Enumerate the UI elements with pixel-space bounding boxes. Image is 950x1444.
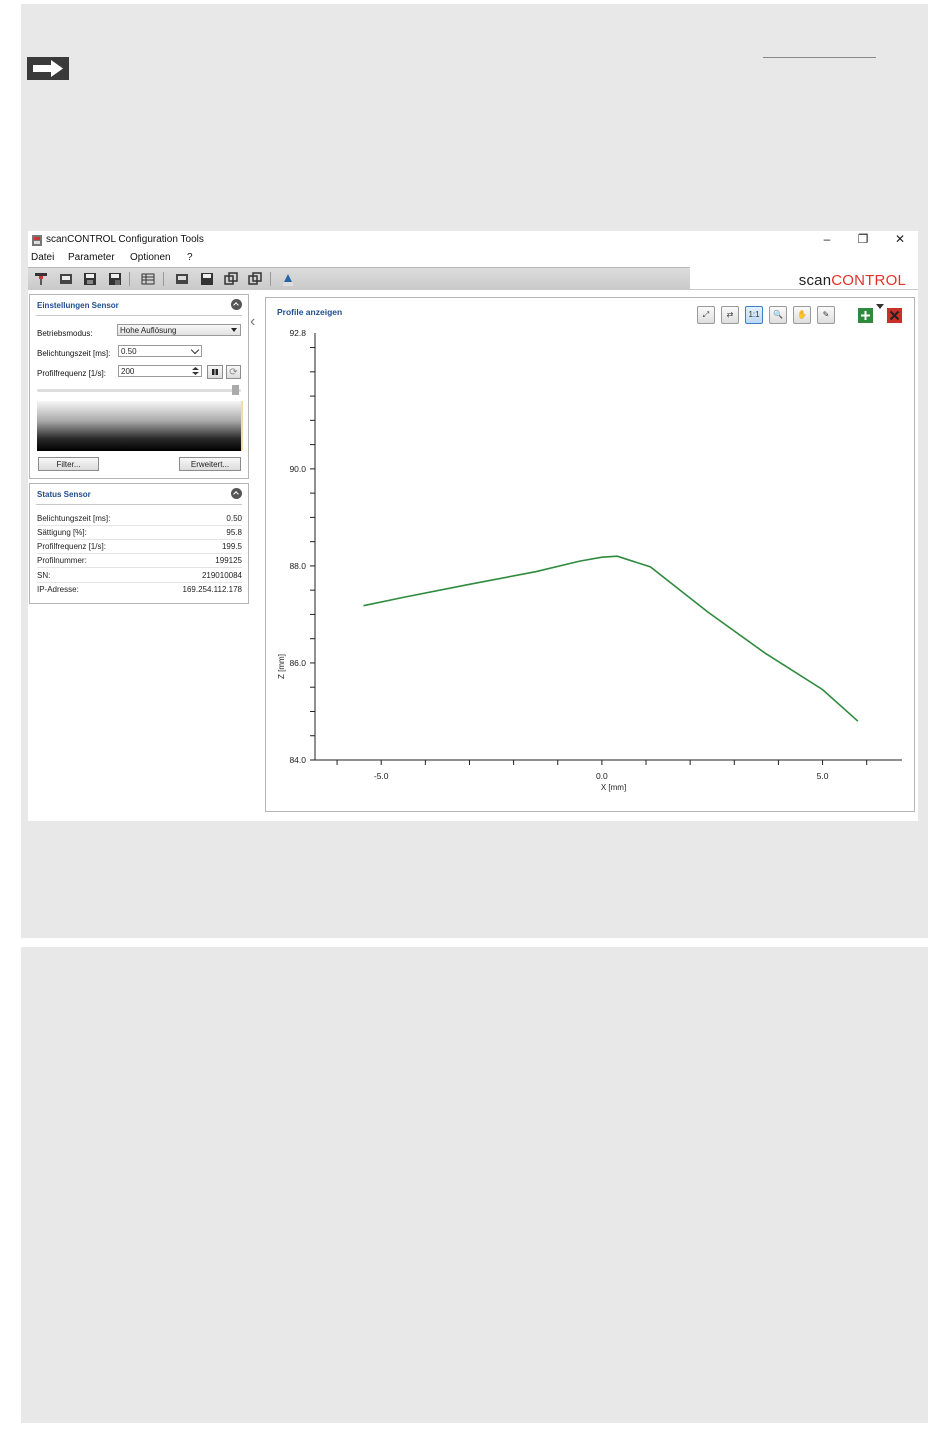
x-tick-label: -5.0 bbox=[374, 771, 389, 781]
load-settings-icon[interactable] bbox=[58, 271, 74, 287]
frequency-spinbox[interactable]: 200 bbox=[118, 365, 202, 377]
x-tick-label: 5.0 bbox=[817, 771, 829, 781]
x-axis-label: X [mm] bbox=[601, 783, 626, 792]
mode-select[interactable]: Hohe Auflösung bbox=[117, 324, 241, 336]
window-title: scanCONTROL Configuration Tools bbox=[46, 234, 204, 245]
save-icon[interactable] bbox=[82, 271, 98, 287]
restore-button[interactable]: ❐ bbox=[851, 231, 875, 248]
background-panel-bottom bbox=[21, 947, 928, 1423]
minimize-button[interactable]: – bbox=[815, 231, 839, 248]
status-panel-title: Status Sensor bbox=[37, 490, 91, 499]
scancontrol-logo: scanCONTROL bbox=[798, 272, 906, 289]
profile-chart-panel: Profile anzeigen ⤢ ⇄ 1:1 🔍 ✋ ✎ 92.8 90.0 8… bbox=[265, 297, 915, 812]
y-tick-label: 86.0 bbox=[289, 658, 306, 668]
profile-series-line bbox=[363, 555, 859, 722]
status-panel: Status Sensor Belichtungszeit [ms]: 0.50 … bbox=[29, 483, 249, 604]
status-row: Sättigung [%]: 95.8 bbox=[37, 526, 242, 540]
sensor-connect-icon[interactable] bbox=[33, 271, 49, 287]
refresh-button[interactable]: ⟳ bbox=[226, 365, 241, 379]
menu-help[interactable]: ? bbox=[187, 252, 193, 263]
menu-datei[interactable]: Datei bbox=[31, 252, 54, 263]
status-row: IP-Adresse: 169.254.112.178 bbox=[37, 585, 242, 594]
collapse-sidebar-icon[interactable]: ‹ bbox=[250, 313, 255, 331]
frequency-label: Profilfrequenz [1/s]: bbox=[37, 369, 106, 378]
menu-bar: Datei Parameter Optionen ? bbox=[28, 250, 918, 266]
app-icon bbox=[32, 235, 42, 246]
import-icon[interactable] bbox=[174, 271, 190, 287]
close-button[interactable]: ✕ bbox=[888, 231, 912, 248]
logo-underline bbox=[763, 57, 876, 58]
y-tick-label: 92.8 bbox=[289, 328, 306, 338]
frequency-slider-handle[interactable] bbox=[232, 385, 239, 395]
advanced-button[interactable]: Erweitert... bbox=[179, 457, 241, 471]
mode-label: Betriebsmodus: bbox=[37, 329, 93, 338]
paste-config-icon[interactable] bbox=[247, 271, 263, 287]
copy-config-icon[interactable] bbox=[223, 271, 239, 287]
settings-panel-title: Einstellungen Sensor bbox=[37, 301, 119, 310]
y-tick-label: 84.0 bbox=[289, 755, 306, 765]
profile-chart[interactable]: 92.8 90.0 88.0 86.0 84.0 -5.0 0.0 5.0 X [mm] Z [m… bbox=[266, 298, 914, 811]
chevron-down-icon bbox=[231, 328, 237, 332]
refresh-icon: ⟳ bbox=[229, 367, 238, 378]
toolbar-separator bbox=[163, 272, 164, 286]
frequency-slider-track[interactable] bbox=[37, 389, 241, 392]
export-icon[interactable] bbox=[199, 271, 215, 287]
title-bar: scanCONTROL Configuration Tools – ❐ ✕ bbox=[28, 231, 918, 250]
settings-panel: Einstellungen Sensor Betriebsmodus: Hohe… bbox=[29, 294, 249, 479]
intensity-preview bbox=[37, 401, 243, 451]
spin-arrows-icon[interactable] bbox=[191, 366, 200, 376]
chevron-down-icon bbox=[190, 345, 200, 355]
exposure-select[interactable]: 0.50 bbox=[118, 345, 202, 357]
status-row: Profilnummer: 199125 bbox=[37, 554, 242, 568]
status-row: Profilfrequenz [1/s]: 199.5 bbox=[37, 540, 242, 554]
collapse-icon[interactable] bbox=[231, 299, 242, 310]
x-tick-label: 0.0 bbox=[596, 771, 608, 781]
default-settings-icon[interactable] bbox=[280, 271, 296, 287]
y-tick-label: 90.0 bbox=[289, 464, 306, 474]
collapse-icon[interactable] bbox=[231, 488, 242, 499]
status-row: Belichtungszeit [ms]: 0.50 bbox=[37, 512, 242, 526]
pause-button[interactable] bbox=[207, 365, 223, 379]
toolbar-separator bbox=[270, 272, 271, 286]
save-as-icon[interactable] bbox=[107, 271, 123, 287]
y-axis-label: Z [mm] bbox=[277, 654, 286, 679]
table-view-icon[interactable] bbox=[140, 271, 156, 287]
y-tick-label: 88.0 bbox=[289, 561, 306, 571]
exposure-label: Belichtungszeit [ms]: bbox=[37, 349, 111, 358]
arrow-right-icon bbox=[27, 57, 69, 80]
menu-parameter[interactable]: Parameter bbox=[68, 252, 115, 263]
menu-optionen[interactable]: Optionen bbox=[130, 252, 171, 263]
status-row: SN: 219010084 bbox=[37, 569, 242, 583]
filter-button[interactable]: Filter... bbox=[38, 457, 99, 471]
toolbar-separator bbox=[129, 272, 130, 286]
